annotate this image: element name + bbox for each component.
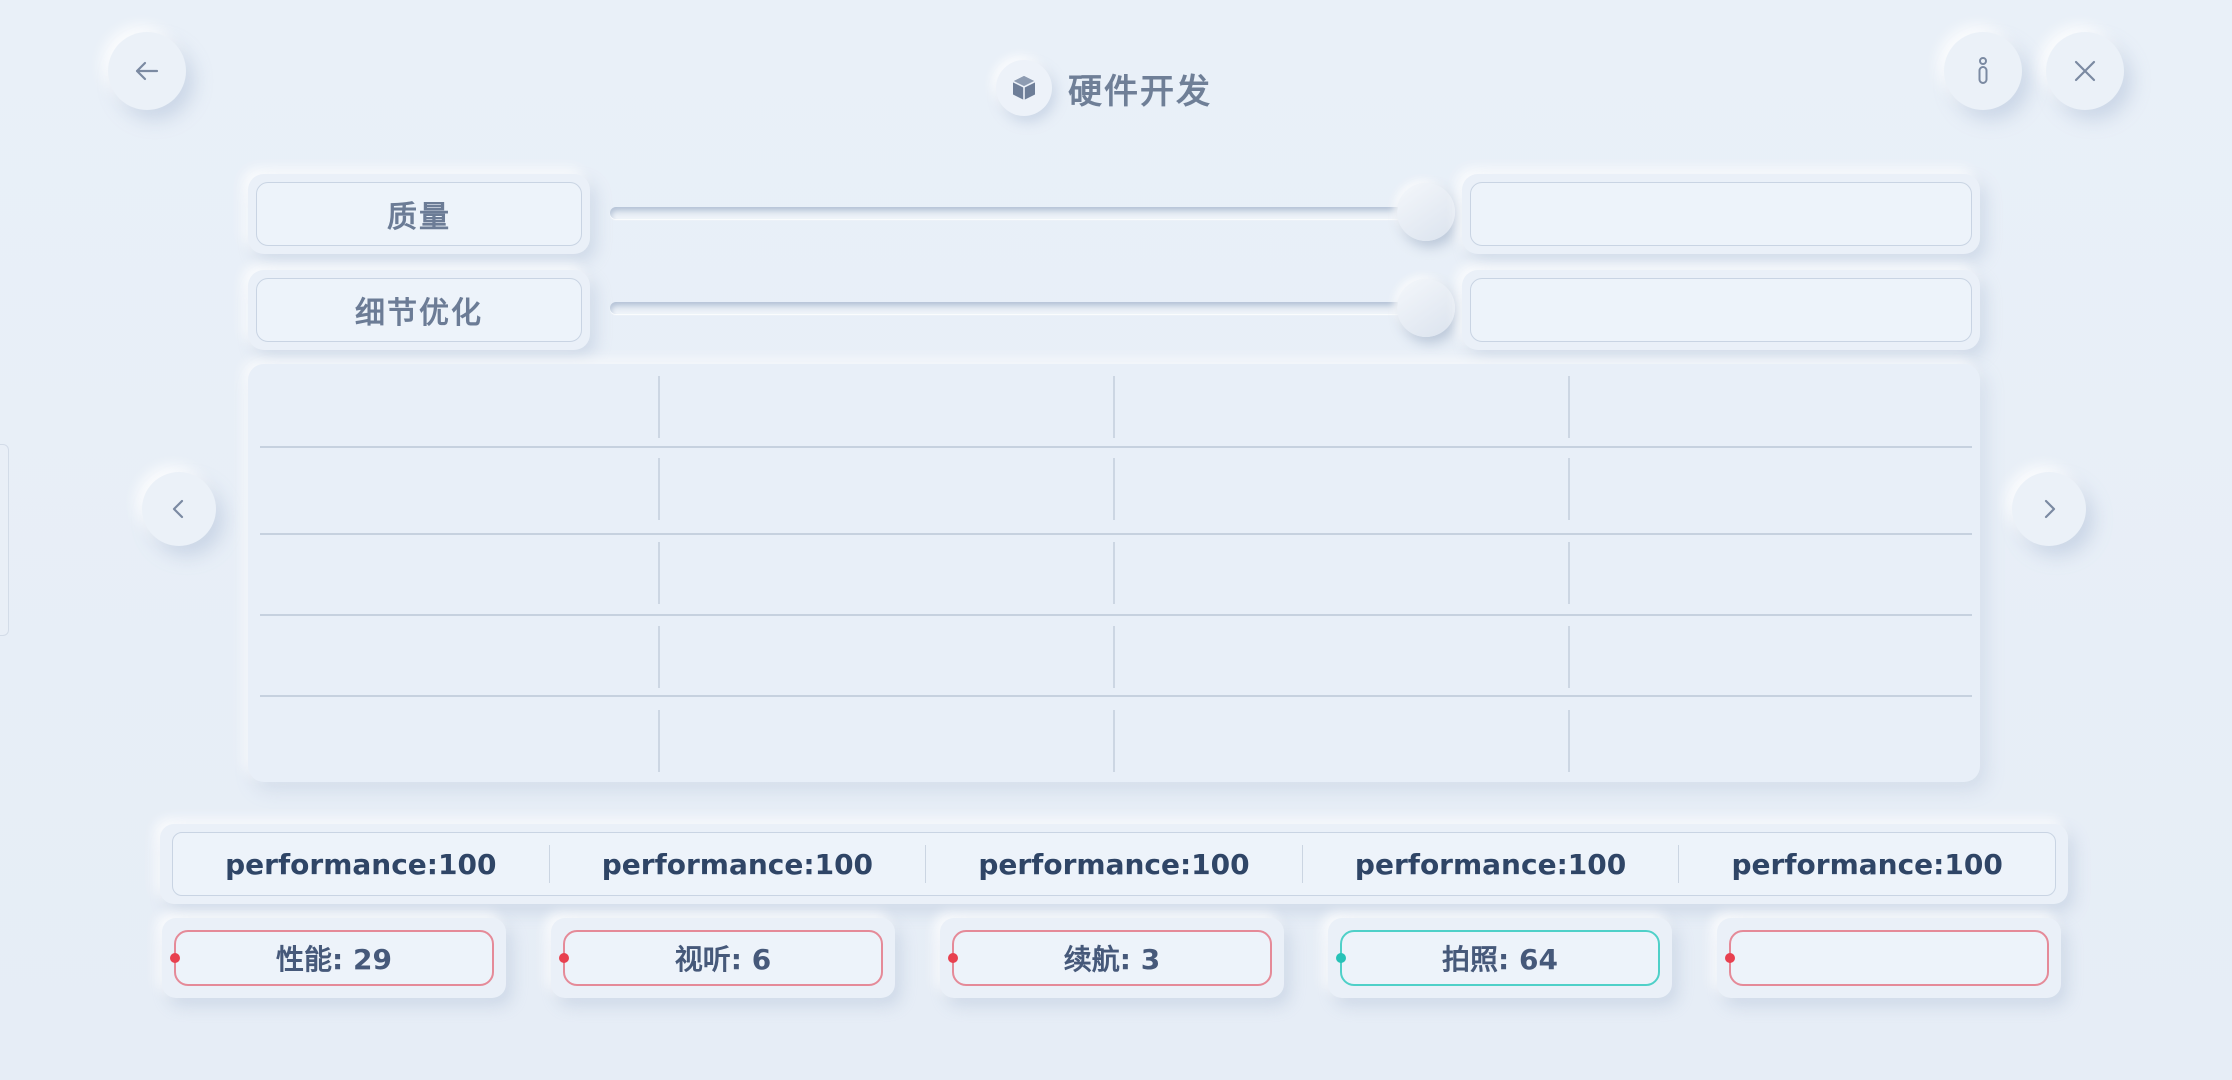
grid-col-divider xyxy=(1568,458,1570,520)
grid-row-divider xyxy=(260,614,1972,616)
status-dot xyxy=(948,953,958,963)
stat-pill-box: 续航: 3 xyxy=(940,918,1284,998)
prev-page-button[interactable] xyxy=(142,472,216,546)
detail-optimization-slider-handle[interactable] xyxy=(1397,279,1455,337)
stat-pill-box: 拍照: 64 xyxy=(1328,918,1672,998)
grid-row-divider xyxy=(260,695,1972,697)
arrow-left-icon xyxy=(135,61,159,81)
page-title: 硬件开发 xyxy=(1068,71,1212,112)
performance-bar: performance:100 performance:100 performa… xyxy=(160,824,2068,904)
stat-label: 性能: 29 xyxy=(276,943,392,976)
grid-col-divider xyxy=(658,626,660,688)
close-icon xyxy=(2074,60,2096,82)
performance-cell: performance:100 xyxy=(173,845,550,883)
stat-camera[interactable]: 拍照: 64 xyxy=(1336,930,1660,986)
grid-col-divider xyxy=(1568,710,1570,772)
quality-label: 质量 xyxy=(256,182,582,246)
grid-col-divider xyxy=(1568,542,1570,604)
grid-col-divider xyxy=(658,542,660,604)
stat-audiovisual[interactable]: 视听: 6 xyxy=(559,930,883,986)
cube-icon xyxy=(996,60,1052,116)
stat-label: 续航: 3 xyxy=(1063,943,1161,976)
stat-battery[interactable]: 续航: 3 xyxy=(948,930,1272,986)
quality-slider-handle[interactable] xyxy=(1397,183,1455,241)
stat-empty[interactable] xyxy=(1725,930,2049,986)
stat-label: 拍照: 64 xyxy=(1442,943,1558,976)
status-dot xyxy=(1336,953,1346,963)
grid-col-divider xyxy=(658,376,660,438)
grid-col-divider xyxy=(1568,376,1570,438)
performance-cell: performance:100 xyxy=(1303,845,1680,883)
info-button[interactable] xyxy=(1944,32,2022,110)
quality-slider-track[interactable] xyxy=(610,207,1430,219)
status-dot xyxy=(559,953,569,963)
detail-optimization-label: 细节优化 xyxy=(256,278,582,342)
status-dot xyxy=(1725,953,1735,963)
stat-pill-box: 性能: 29 xyxy=(162,918,506,998)
detail-optimization-value-field[interactable] xyxy=(1470,278,1972,342)
page-header: 硬件开发 xyxy=(996,55,1212,121)
grid-col-divider xyxy=(1113,710,1115,772)
quality-value-field[interactable] xyxy=(1470,182,1972,246)
grid-col-divider xyxy=(658,710,660,772)
stat-pill-box: 视听: 6 xyxy=(551,918,895,998)
stat-pill-box xyxy=(1717,918,2061,998)
info-icon xyxy=(1978,57,1988,84)
quality-value-box xyxy=(1462,174,1980,254)
quality-label-box: 质量 xyxy=(248,174,590,254)
performance-cell: performance:100 xyxy=(1731,847,2003,881)
grid-col-divider xyxy=(1113,626,1115,688)
chevron-right-icon xyxy=(2044,499,2056,519)
grid-col-divider xyxy=(1568,626,1570,688)
next-page-button[interactable] xyxy=(2012,472,2086,546)
performance-cell: performance:100 xyxy=(550,845,927,883)
stat-label: 视听: 6 xyxy=(674,943,772,976)
stat-performance[interactable]: 性能: 29 xyxy=(170,930,494,986)
grid-row-divider xyxy=(260,533,1972,535)
detail-optimization-value-box xyxy=(1462,270,1980,350)
component-grid-panel xyxy=(248,364,1980,782)
grid-col-divider xyxy=(658,458,660,520)
back-button[interactable] xyxy=(108,32,186,110)
performance-cell: performance:100 xyxy=(926,845,1303,883)
grid-col-divider xyxy=(1113,542,1115,604)
chevron-left-icon xyxy=(172,499,184,519)
grid-row-divider xyxy=(260,446,1972,448)
side-drawer-tab[interactable] xyxy=(0,444,9,636)
status-dot xyxy=(170,953,180,963)
grid-col-divider xyxy=(1113,376,1115,438)
grid-col-divider xyxy=(1113,458,1115,520)
detail-optimization-slider-track[interactable] xyxy=(610,302,1430,314)
detail-optimization-label-box: 细节优化 xyxy=(248,270,590,350)
close-button[interactable] xyxy=(2046,32,2124,110)
